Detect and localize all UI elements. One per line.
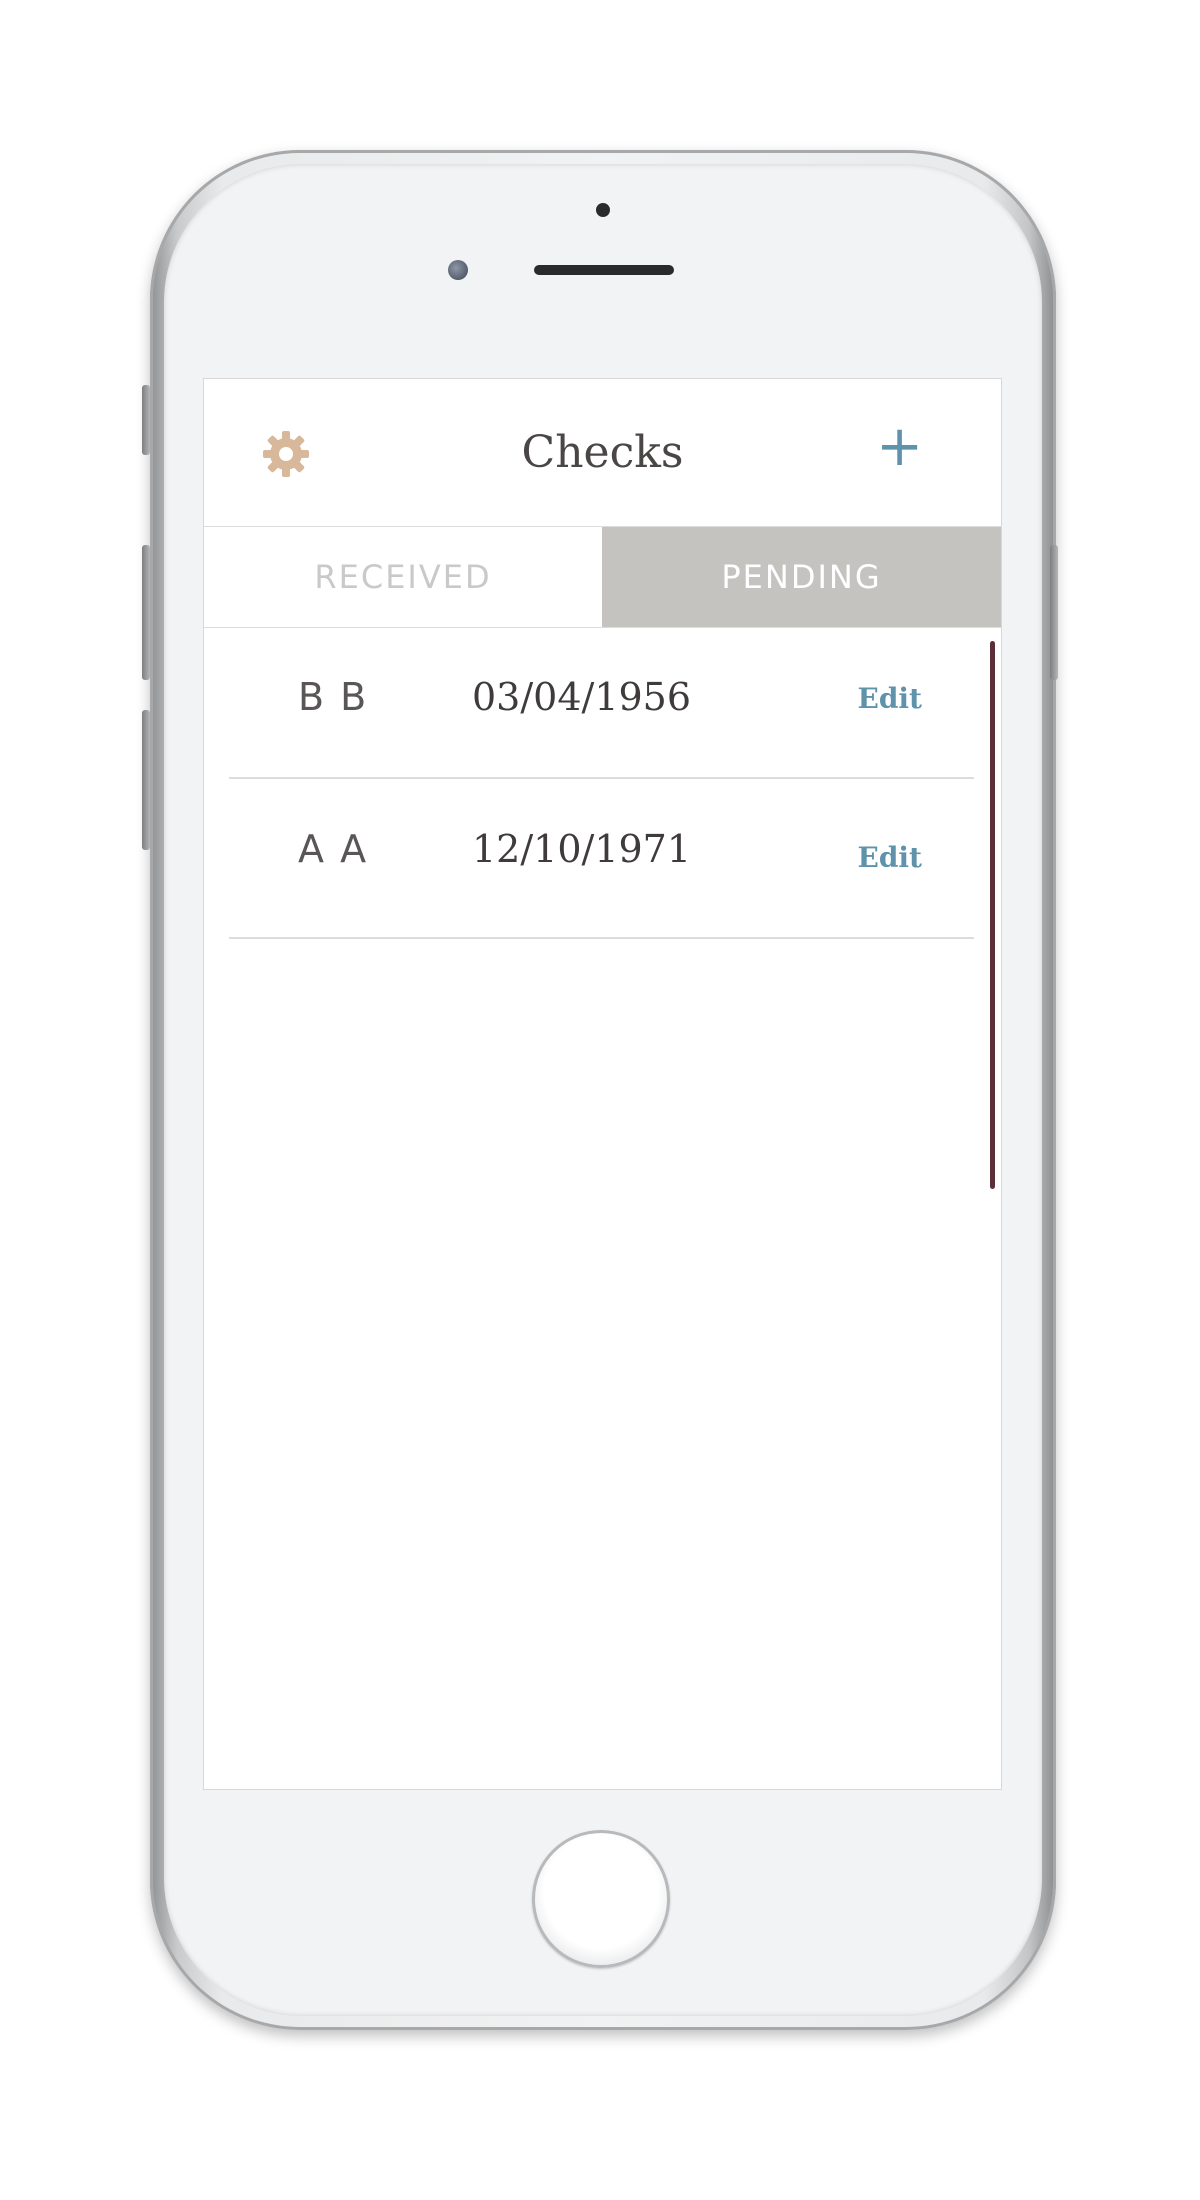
- list-item[interactable]: A A 12/10/1971 Edit: [229, 779, 974, 939]
- app-screen: Checks + RECEIVED PENDING B B 03/04/1956…: [203, 378, 1002, 1790]
- volume-down-button: [142, 710, 150, 850]
- home-button[interactable]: [532, 1830, 670, 1968]
- proximity-sensor: [448, 260, 468, 280]
- edit-button[interactable]: Edit: [858, 682, 923, 715]
- tab-received[interactable]: RECEIVED: [204, 527, 602, 627]
- navigation-bar: Checks +: [204, 379, 1001, 526]
- power-button: [1050, 545, 1058, 680]
- volume-up-button: [142, 545, 150, 680]
- scroll-indicator[interactable]: [990, 641, 995, 1189]
- check-initials: A A: [298, 827, 369, 871]
- earpiece-speaker: [534, 265, 674, 275]
- check-date: 12/10/1971: [472, 827, 692, 871]
- check-date: 03/04/1956: [472, 675, 692, 719]
- tab-pending[interactable]: PENDING: [602, 527, 1001, 627]
- plus-icon[interactable]: +: [876, 419, 923, 475]
- side-button: [142, 385, 150, 455]
- check-initials: B B: [298, 675, 369, 719]
- edit-button[interactable]: Edit: [858, 841, 923, 874]
- list-item[interactable]: B B 03/04/1956 Edit: [229, 627, 974, 779]
- front-camera: [596, 203, 610, 217]
- segmented-tabs: RECEIVED PENDING: [204, 526, 1001, 628]
